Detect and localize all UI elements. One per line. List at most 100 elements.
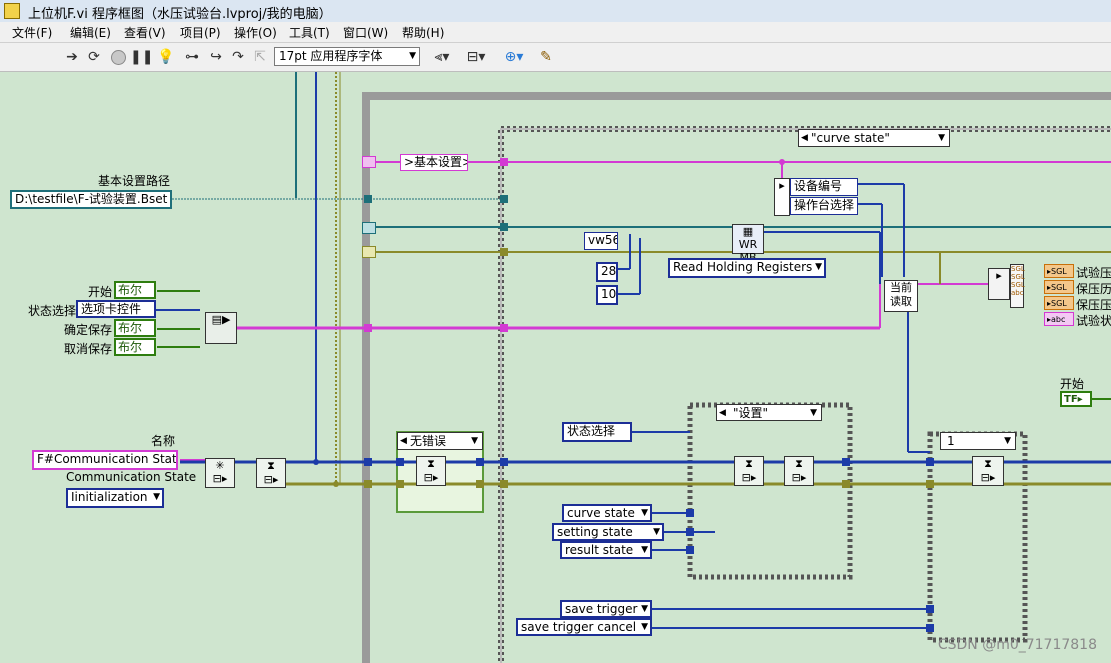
enqueue-element-node[interactable]: ⧗ ⊟▸ xyxy=(256,458,286,488)
block-diagram[interactable]: 基本设置路径 D:\testfile\F-试验装置.Bset 开始 布尔 状态选… xyxy=(0,72,1111,663)
menu-window[interactable]: 窗口(W) xyxy=(343,24,388,41)
start-bool-terminal[interactable]: 布尔 xyxy=(114,281,156,299)
pause-icon[interactable]: ❚❚ xyxy=(130,48,153,66)
while-loop-frame xyxy=(362,92,1111,663)
step-out-icon[interactable]: ⇱ xyxy=(250,48,270,66)
menu-help[interactable]: 帮助(H) xyxy=(402,24,444,41)
run-arrow-icon[interactable]: ➔ xyxy=(62,48,82,66)
menu-project[interactable]: 项目(P) xyxy=(180,24,221,41)
enqueue-setting-node-2[interactable]: ⧗ ⊟▸ xyxy=(784,456,814,486)
start-tf-terminal[interactable]: TF▸ xyxy=(1060,391,1092,407)
dequeue-element-node[interactable]: ⧗ ⊟▸ xyxy=(416,456,446,486)
chevron-down-icon: ▼ xyxy=(641,622,648,632)
obtain-queue-node[interactable]: ✳ ⊟▸ xyxy=(205,458,235,488)
num-28-text: 28 xyxy=(601,264,617,278)
case-curve-state-text: "curve state" xyxy=(811,131,890,145)
build-cluster-node[interactable]: ▤▶ xyxy=(205,312,237,344)
basic-setting-tag[interactable]: >基本设置> xyxy=(400,154,468,171)
shift-register-path[interactable] xyxy=(362,222,376,234)
menu-file[interactable]: 文件(F) xyxy=(12,24,52,41)
enqueue-case-one-node[interactable]: ⧗ ⊟▸ xyxy=(972,456,1004,486)
name-string-constant[interactable]: F#Communication State xyxy=(32,450,178,470)
result-state-text: result state xyxy=(565,543,634,557)
menu-tools[interactable]: 工具(T) xyxy=(289,24,330,41)
labview-app-icon xyxy=(4,3,20,19)
cancel-save-bool-terminal[interactable]: 布尔 xyxy=(114,338,156,356)
modbus-function-select[interactable]: Read Holding Registers ▼ xyxy=(668,258,826,278)
watermark: CSDN @m0_71717818 xyxy=(937,637,1097,653)
bool-text: 布尔 xyxy=(118,321,143,335)
distribute-icon[interactable]: ⊟▾ xyxy=(462,48,490,66)
bool-text: 布尔 xyxy=(118,340,143,354)
chevron-down-icon: ▼ xyxy=(641,508,648,518)
current-read-line1: 当前 xyxy=(890,281,912,294)
comm-state-value: Iinitialization xyxy=(71,490,148,504)
unbundle-right-node[interactable]: ▸ xyxy=(988,268,1010,300)
setting-case-frame xyxy=(687,402,853,580)
case-selector-no-error[interactable]: ◀ 无错误 ▼ xyxy=(397,432,483,450)
chevron-down-icon: ▼ xyxy=(641,545,648,555)
device-number-element[interactable]: 设备编号 xyxy=(790,178,858,196)
state-select-reference[interactable]: 状态选择 xyxy=(562,422,632,442)
case-one-text: 1 xyxy=(947,434,955,448)
basic-path-control[interactable]: D:\testfile\F-试验装置.Bset xyxy=(10,190,172,209)
chevron-down-icon: ▼ xyxy=(653,527,660,537)
case-selector-curve-state[interactable]: ◀ "curve state" ▼ xyxy=(798,129,950,147)
unbundle-by-name-node[interactable]: ▸ xyxy=(774,178,790,216)
step-over-icon[interactable]: ↷ xyxy=(228,48,248,66)
menu-edit[interactable]: 编辑(E) xyxy=(70,24,111,41)
window-title: 上位机F.vi 程序框图（水压试验台.lvproj/我的电脑） xyxy=(28,7,332,22)
vw56-constant[interactable]: vw56 xyxy=(584,232,618,250)
font-select[interactable]: 17pt 应用程序字体 ▼ xyxy=(274,47,420,66)
abort-icon[interactable] xyxy=(108,48,128,66)
case-selector-one[interactable]: 1 ▼ xyxy=(940,432,1016,450)
save-trigger-text: save trigger xyxy=(565,602,638,616)
case-selector-setting[interactable]: ◀ "设置" ▼ xyxy=(716,404,822,421)
save-trigger-enum[interactable]: save trigger ▼ xyxy=(560,600,652,618)
num-10-text: 10 xyxy=(601,287,617,301)
result-state-enum[interactable]: result state ▼ xyxy=(560,541,652,559)
test-state-label: 试验状 xyxy=(1076,314,1111,328)
align-icon[interactable]: ⫷▾ xyxy=(428,48,456,66)
test-pressure-label: 试验压 xyxy=(1076,266,1111,280)
enqueue-setting-node-1[interactable]: ⧗ ⊟▸ xyxy=(734,456,764,486)
sgl-indicator-1: ▸SGL xyxy=(1044,264,1074,278)
setting-state-text: setting state xyxy=(557,525,633,539)
shift-register-error[interactable] xyxy=(362,246,376,258)
chevron-left-icon: ◀ xyxy=(801,133,808,143)
curve-state-enum[interactable]: curve state ▼ xyxy=(562,504,652,522)
shift-register-string[interactable] xyxy=(362,156,376,168)
retain-wire-values-icon[interactable]: ⊶ xyxy=(182,48,202,66)
modbus-write-node[interactable]: ▦ WRMB xyxy=(732,224,764,264)
comm-state-enum[interactable]: Iinitialization ▼ xyxy=(66,488,164,508)
num-10-constant[interactable]: 10 xyxy=(596,285,618,305)
run-continuous-icon[interactable]: ⟳ xyxy=(84,48,104,66)
chevron-down-icon: ▼ xyxy=(471,436,478,446)
font-select-value: 17pt 应用程序字体 xyxy=(279,49,383,63)
cleanup-icon[interactable]: ✎ xyxy=(536,48,556,66)
highlight-execution-icon[interactable]: 💡 xyxy=(156,48,176,66)
menu-operate[interactable]: 操作(O) xyxy=(234,24,277,41)
console-select-element[interactable]: 操作台选择 xyxy=(790,197,858,215)
current-read-subvi[interactable]: 当前 读取 xyxy=(884,280,918,312)
current-read-line2: 读取 xyxy=(890,295,912,308)
bool-text: 布尔 xyxy=(118,283,143,297)
reorder-icon[interactable]: ⊕▾ xyxy=(500,48,528,66)
basic-setting-tag-text: >基本设置> xyxy=(404,155,468,169)
save-trigger-cancel-text: save trigger cancel xyxy=(521,620,637,634)
no-error-text: 无错误 xyxy=(410,434,447,448)
chevron-left-icon: ◀ xyxy=(400,436,407,446)
basic-path-label: 基本设置路径 xyxy=(98,174,171,188)
device-number-text: 设备编号 xyxy=(794,179,843,193)
tab-control-terminal[interactable]: 选项卡控件 xyxy=(76,300,156,318)
confirm-save-label: 确定保存 xyxy=(64,323,113,337)
step-into-icon[interactable]: ↪ xyxy=(206,48,226,66)
sgl-indicator-3: ▸SGL xyxy=(1044,296,1074,310)
num-28-constant[interactable]: 28 xyxy=(596,262,618,282)
setting-state-enum[interactable]: setting state ▼ xyxy=(552,523,664,541)
sgl-terminals: SGL SGL SGL abc xyxy=(1010,264,1025,308)
menu-view[interactable]: 查看(V) xyxy=(124,24,166,41)
hold-pressure-label-2: 保压压 xyxy=(1076,298,1111,312)
confirm-save-bool-terminal[interactable]: 布尔 xyxy=(114,319,156,337)
save-trigger-cancel-enum[interactable]: save trigger cancel ▼ xyxy=(516,618,652,636)
